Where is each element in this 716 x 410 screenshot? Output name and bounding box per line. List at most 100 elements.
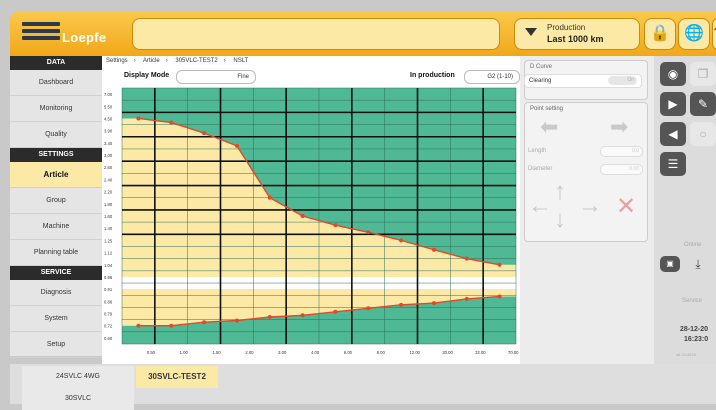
main-content: Settings › Article › 305VLC-TEST2 › NSLT Di…	[102, 56, 520, 364]
length-field[interactable]: 0.0	[600, 146, 643, 157]
clearing-row[interactable]: Clearing On	[524, 74, 642, 88]
curve-point	[497, 262, 502, 267]
curve-point	[464, 296, 469, 301]
curve-point	[267, 195, 272, 200]
y-tick-label: 2.60	[104, 165, 113, 170]
move-left-icon[interactable]: ←	[528, 192, 552, 220]
curve-point	[267, 315, 272, 320]
move-up-icon[interactable]: ↑	[554, 178, 566, 206]
breadcrumb-item[interactable]: 305VLC-TEST2	[175, 58, 217, 64]
sidebar-item-planning-table[interactable]: Planning table	[10, 240, 102, 266]
x-tick-label: 12.00	[410, 350, 421, 355]
sidebar-item-setup[interactable]: Setup	[10, 332, 102, 358]
curve-point	[464, 256, 469, 261]
x-tick-label: 1.00	[180, 350, 189, 355]
funnel-icon	[525, 28, 537, 36]
y-tick-label: 4.50	[104, 116, 113, 121]
list-button[interactable]: ☰	[660, 152, 686, 176]
chart-svg[interactable]: 7.00 5.50 4.50 3.90 3.40 3.00 2.60 2.40 2.20 1.80…	[102, 86, 520, 364]
article-tab[interactable]: 30SVLC	[22, 388, 134, 410]
lock-button[interactable]: 🔒	[644, 18, 676, 50]
curve-point	[169, 120, 174, 125]
sidebar-item-article[interactable]: Article	[10, 162, 102, 188]
dcurve-title: D Curve	[530, 64, 553, 70]
y-tick-label: 3.00	[104, 153, 113, 158]
camera-button[interactable]: ◉	[660, 62, 686, 86]
curve-point	[399, 238, 404, 243]
diameter-field[interactable]: 0.00	[600, 164, 643, 175]
delete-point-icon[interactable]: ✕	[616, 192, 636, 221]
breadcrumb-item[interactable]: Settings	[106, 58, 128, 64]
date-text: 28-12-20	[680, 326, 709, 333]
copy-icon: ❐	[697, 67, 709, 81]
y-tick-label: 3.40	[104, 141, 113, 146]
sidebar-item-quality[interactable]: Quality	[10, 122, 102, 148]
curve-point	[497, 294, 502, 299]
breadcrumb: Settings › Article › 305VLC-TEST2 › NSLT	[106, 58, 254, 64]
filter-title: Production	[547, 23, 586, 32]
video-button[interactable]: ▶	[660, 92, 686, 116]
sidebar-item-monitoring[interactable]: Monitoring	[10, 96, 102, 122]
download-button[interactable]: ⤓	[688, 256, 708, 272]
breadcrumb-separator: ›	[133, 58, 136, 64]
curve-point	[366, 230, 371, 235]
curve-point	[234, 318, 239, 323]
y-tick-label: 1.60	[104, 214, 113, 219]
video-icon: ▶	[668, 97, 678, 111]
article-tab-active[interactable]: 30SVLC-TEST2	[136, 366, 218, 388]
logo[interactable]: Loepfe	[18, 18, 118, 50]
back-button[interactable]: ◀	[660, 122, 686, 146]
sidebar-item-dashboard[interactable]: Dashboard	[10, 70, 102, 96]
version-text: v6.23.4019	[676, 352, 696, 357]
top-bar: Loepfe Production Last 1000 km 🔒 🌐 ?	[10, 12, 716, 56]
x-tick-label: 1.50	[213, 350, 222, 355]
display-mode-select[interactable]: Fine	[176, 70, 256, 84]
clearing-toggle[interactable]: On	[608, 76, 637, 85]
x-tick-label: 4.00	[311, 350, 320, 355]
curve-point	[366, 306, 371, 311]
y-tick-label: 2.40	[104, 177, 113, 182]
logo-text: Loepfe	[62, 30, 107, 45]
upload-button[interactable]: ▣	[660, 256, 680, 272]
article-tab[interactable]: 24SVLC 4WG	[22, 366, 134, 388]
download-icon: ⤓	[695, 257, 701, 271]
curve-point	[202, 131, 207, 136]
hint-button[interactable]: ○	[690, 122, 716, 146]
breadcrumb-item: NSLT	[233, 58, 249, 64]
y-tick-label: 1.40	[104, 226, 113, 231]
move-right-icon[interactable]: →	[578, 192, 602, 220]
sidebar-item-group[interactable]: Group	[10, 188, 102, 214]
x-tick-label: 20.00	[442, 350, 453, 355]
globe-button[interactable]: 🌐	[678, 18, 710, 50]
curve-point	[431, 247, 436, 252]
list-icon: ☰	[667, 157, 679, 171]
breadcrumb-separator: ›	[165, 58, 168, 64]
sidebar-item-diagnosis[interactable]: Diagnosis	[10, 280, 102, 306]
curve-point	[234, 143, 239, 148]
y-tick-label: 7.00	[104, 92, 113, 97]
breadcrumb-item[interactable]: Article	[143, 58, 160, 64]
x-tick-label: 2.00	[245, 350, 254, 355]
upload-icon: ▣	[666, 259, 674, 268]
right-panel: D Curve Clearing On Point setting ⬅ ➡ Le…	[520, 56, 654, 364]
y-tick-label: 1.12	[104, 251, 113, 256]
in-production-select[interactable]: G2 (1-10)	[464, 70, 520, 84]
move-down-icon[interactable]: ↓	[554, 206, 566, 234]
copy-button[interactable]: ❐	[690, 62, 716, 86]
filter-value: Last 1000 km	[547, 34, 604, 44]
search-input[interactable]	[132, 18, 500, 50]
classification-chart[interactable]: 7.00 5.50 4.50 3.90 3.40 3.00 2.60 2.40 2.20 1.80…	[102, 86, 520, 364]
y-tick-label: 0.72	[104, 324, 113, 329]
production-filter-button[interactable]: Production Last 1000 km	[514, 18, 640, 50]
sidebar-item-system[interactable]: System	[10, 306, 102, 332]
sidebar-item-machine[interactable]: Machine	[10, 214, 102, 240]
curve-point	[136, 323, 141, 328]
help-button[interactable]: ?	[712, 18, 716, 50]
arrow-right-icon[interactable]: ➡	[610, 114, 628, 140]
sidebar: DATA Dashboard Monitoring Quality SETTIN…	[10, 56, 102, 358]
x-tick-label: 0.50	[147, 350, 156, 355]
arrow-left-icon[interactable]: ⬅	[540, 114, 558, 140]
logo-icon	[22, 22, 60, 46]
edit-button[interactable]: ✎	[690, 92, 716, 116]
in-production-label: In production	[410, 72, 455, 79]
